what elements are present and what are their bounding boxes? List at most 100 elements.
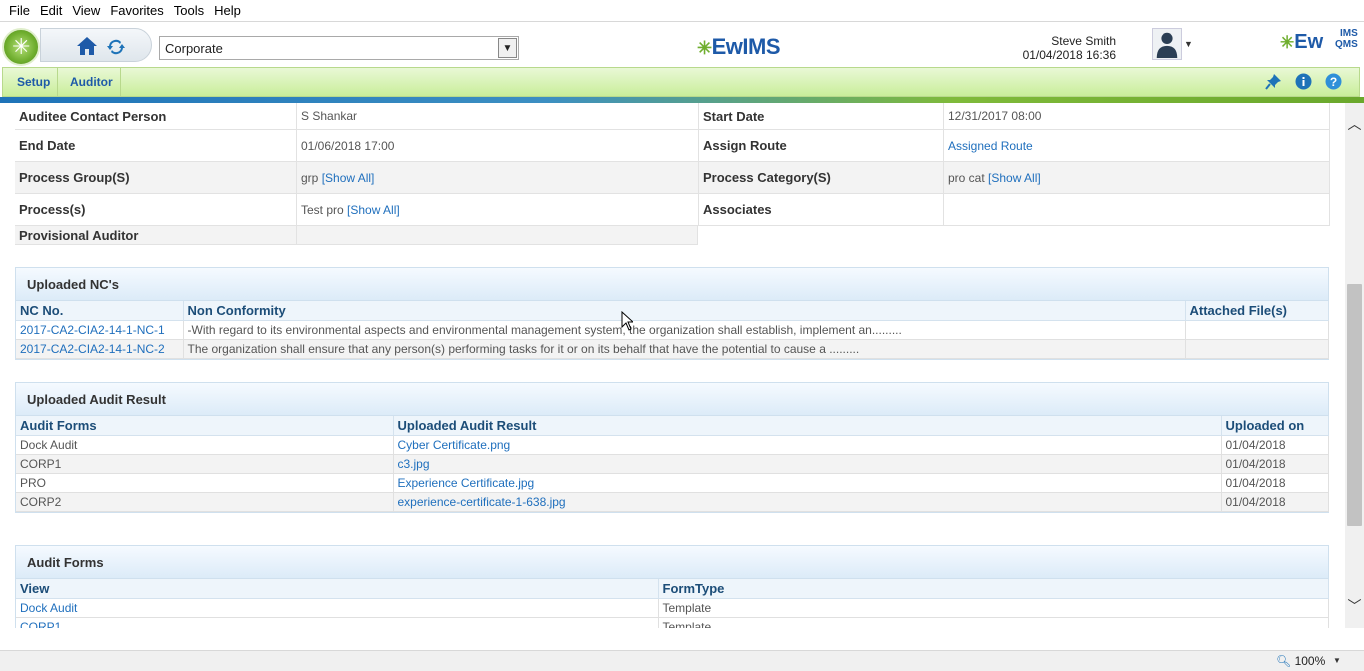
audit-forms-table: View FormType Dock Audit Template CORP1 … xyxy=(16,579,1329,628)
home-icon[interactable] xyxy=(76,35,98,57)
ewqms-logo-text: Ew xyxy=(1294,31,1324,53)
table-row: Dock Audit Template xyxy=(16,598,1329,618)
uploaded-on-date: 01/04/2018 xyxy=(1221,473,1329,493)
tab-setup[interactable]: Setup xyxy=(10,68,59,96)
auditee-contact-value: S Shankar xyxy=(301,109,358,123)
table-row: Dock Audit Cyber Certificate.png 01/04/2… xyxy=(16,435,1329,455)
processes-value: Test pro xyxy=(301,202,344,217)
table-row: 2017-CA2-CIA2-14-1-NC-1 -With regard to … xyxy=(16,320,1329,340)
user-name: Steve Smith xyxy=(1051,34,1116,48)
nc-text: -With regard to its environmental aspect… xyxy=(183,320,1186,340)
auditee-contact-label: Auditee Contact Person xyxy=(19,108,167,124)
zoom-level: 100% xyxy=(1294,654,1326,668)
process-group-show-all-link[interactable]: [Show All] xyxy=(322,171,375,185)
process-category-value: pro cat xyxy=(948,170,985,185)
audit-form-name: CORP2 xyxy=(16,492,394,512)
audit-details-content: Auditee Contact Person S Shankar Start D… xyxy=(0,103,1345,628)
uploaded-audit-result-title: Uploaded Audit Result xyxy=(16,383,1328,416)
end-date-label: End Date xyxy=(19,138,76,153)
module-tab-bar: Setup Auditor ? xyxy=(2,67,1360,97)
table-row: PRO Experience Certificate.jpg 01/04/201… xyxy=(16,473,1329,493)
organization-select-value: Corporate xyxy=(165,40,223,56)
audit-result-file-link[interactable]: experience-certificate-1-638.jpg xyxy=(398,495,566,509)
assigned-route-link[interactable]: Assigned Route xyxy=(948,139,1033,153)
associates-label: Associates xyxy=(703,202,772,217)
detail-row: End Date 01/06/2018 17:00 Assign Route A… xyxy=(15,130,1330,162)
column-header: NC No. xyxy=(16,301,184,321)
info-icon[interactable] xyxy=(1295,73,1312,90)
start-date-label: Start Date xyxy=(703,108,765,124)
pin-icon[interactable] xyxy=(1265,73,1282,90)
audit-form-name: CORP1 xyxy=(16,454,394,474)
menu-help[interactable]: Help xyxy=(209,3,246,18)
processes-show-all-link[interactable]: [Show All] xyxy=(347,203,400,217)
process-category-show-all-link[interactable]: [Show All] xyxy=(988,171,1041,185)
audit-form-name: PRO xyxy=(16,473,394,493)
uploaded-on-date: 01/04/2018 xyxy=(1221,454,1329,474)
column-header: Attached File(s) xyxy=(1185,301,1329,321)
table-row: CORP2 experience-certificate-1-638.jpg 0… xyxy=(16,492,1329,512)
ewqms-logo-sub: QMS xyxy=(1335,39,1358,50)
detail-row: Auditee Contact Person S Shankar Start D… xyxy=(15,103,1330,130)
process-category-label: Process Category(S) xyxy=(703,170,831,185)
detail-row: Provisional Auditor xyxy=(15,226,698,245)
column-header: Non Conformity xyxy=(183,301,1186,321)
ewqms-logo-sup: IMS xyxy=(1340,28,1358,39)
table-row: 2017-CA2-CIA2-14-1-NC-2 The organization… xyxy=(16,339,1329,359)
audit-result-file-link[interactable]: c3.jpg xyxy=(398,457,430,471)
table-row: CORP1 c3.jpg 01/04/2018 xyxy=(16,454,1329,474)
column-header: FormType xyxy=(658,579,1329,599)
scroll-up-icon[interactable]: ︿ xyxy=(1345,114,1364,134)
ewqms-logo: ✳Ew IMS QMS xyxy=(1280,28,1358,53)
menu-favorites[interactable]: Favorites xyxy=(105,3,168,18)
ewims-logo: ✳EwIMS xyxy=(697,34,781,59)
end-date-value: 01/06/2018 17:00 xyxy=(301,138,395,153)
chevron-down-icon[interactable]: ▼ xyxy=(498,38,517,58)
menu-view[interactable]: View xyxy=(67,3,105,18)
column-header: Uploaded on xyxy=(1221,416,1329,436)
refresh-icon[interactable] xyxy=(106,37,126,57)
help-icon[interactable]: ? xyxy=(1325,73,1342,90)
nc-text: The organization shall ensure that any p… xyxy=(183,339,1186,359)
audit-forms-panel: Audit Forms View FormType Dock Audit Tem… xyxy=(15,545,1329,628)
svg-text:?: ? xyxy=(1330,75,1337,89)
uploaded-audit-result-panel: Uploaded Audit Result Audit Forms Upload… xyxy=(15,382,1329,513)
start-date-value: 12/31/2017 08:00 xyxy=(948,109,1042,123)
zoom-icon: 🔍︎ xyxy=(1276,654,1292,668)
app-logo-icon[interactable] xyxy=(2,28,40,66)
process-group-label: Process Group(S) xyxy=(19,170,130,185)
zoom-control[interactable]: 🔍︎ 100% xyxy=(1276,654,1325,668)
uploaded-audit-result-table: Audit Forms Uploaded Audit Result Upload… xyxy=(16,416,1329,512)
user-datetime: 01/04/2018 16:36 xyxy=(1022,48,1116,62)
zoom-caret-icon[interactable]: ▼ xyxy=(1333,656,1341,665)
menu-edit[interactable]: Edit xyxy=(35,3,67,18)
column-header: Uploaded Audit Result xyxy=(393,416,1222,436)
nc-files xyxy=(1185,339,1329,359)
nc-number-link[interactable]: 2017-CA2-CIA2-14-1-NC-1 xyxy=(20,323,165,337)
organization-select[interactable]: Corporate ▼ xyxy=(159,36,519,60)
audit-result-file-link[interactable]: Cyber Certificate.png xyxy=(398,438,511,452)
menu-tools[interactable]: Tools xyxy=(169,3,209,18)
uploaded-on-date: 01/04/2018 xyxy=(1221,492,1329,512)
nc-files xyxy=(1185,320,1329,340)
scroll-down-icon[interactable]: ﹀ xyxy=(1345,596,1364,616)
column-header: Audit Forms xyxy=(16,416,394,436)
mouse-cursor-icon xyxy=(621,311,633,331)
detail-row: Process(s) Test pro [Show All] Associate… xyxy=(15,194,1330,226)
audit-result-file-link[interactable]: Experience Certificate.jpg xyxy=(398,476,535,490)
nc-number-link[interactable]: 2017-CA2-CIA2-14-1-NC-2 xyxy=(20,342,165,356)
audit-form-view-link[interactable]: Dock Audit xyxy=(20,601,77,615)
detail-row: Process Group(S) grp [Show All] Process … xyxy=(15,162,1330,194)
tab-auditor[interactable]: Auditor xyxy=(63,68,121,96)
processes-label: Process(s) xyxy=(19,202,86,217)
table-row: CORP1 Template xyxy=(16,617,1329,629)
status-bar: 🔍︎ 100% ▼ xyxy=(0,650,1364,671)
scrollbar-thumb[interactable] xyxy=(1347,284,1362,526)
menu-file[interactable]: File xyxy=(4,3,35,18)
avatar[interactable] xyxy=(1152,28,1182,60)
audit-form-name: Dock Audit xyxy=(16,435,394,455)
audit-forms-title: Audit Forms xyxy=(16,546,1328,579)
process-group-value: grp xyxy=(301,170,319,185)
audit-form-view-link[interactable]: CORP1 xyxy=(20,620,61,629)
user-menu-caret-icon[interactable]: ▼ xyxy=(1184,39,1193,49)
